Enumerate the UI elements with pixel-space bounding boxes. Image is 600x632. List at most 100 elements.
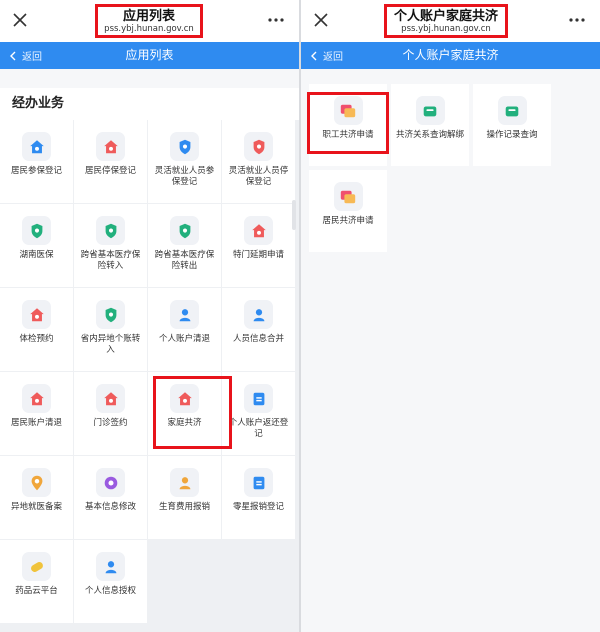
tile-label: 操作记录查询 xyxy=(486,130,538,140)
icon-container xyxy=(22,216,51,245)
icon-container xyxy=(96,132,125,161)
icon-container xyxy=(170,468,199,497)
user-merge-icon xyxy=(253,308,264,321)
tile-label: 职工共济申请 xyxy=(322,130,374,140)
tile-label: 省内异地个账转入 xyxy=(80,334,141,355)
app-list-screen: 应用列表 pss.ybj.hunan.gov.cn 返回 应用列表 经办业务 居… xyxy=(0,0,299,632)
left-service-tile[interactable]: 门诊签约 xyxy=(74,372,147,455)
left-service-tile[interactable]: 异地就医备案 xyxy=(0,456,73,539)
icon-container xyxy=(333,182,363,211)
page-title: 应用列表 xyxy=(122,8,175,24)
page-url: pss.ybj.hunan.gov.cn xyxy=(104,23,194,34)
tile-label: 特门延期申请 xyxy=(232,250,284,260)
title-highlight: 个人账户家庭共济 pss.ybj.hunan.gov.cn xyxy=(384,4,508,38)
tile-label: 个人信息授权 xyxy=(84,586,136,596)
icon-container xyxy=(96,552,125,581)
more-icon[interactable] xyxy=(568,15,586,25)
icon-container xyxy=(497,96,527,125)
tile-label: 居民共济申请 xyxy=(322,216,374,226)
shield-user-icon xyxy=(179,139,190,154)
shield-pause-icon xyxy=(253,139,264,154)
icon-container xyxy=(415,96,445,125)
title-highlight: 应用列表 pss.ybj.hunan.gov.cn xyxy=(95,4,203,38)
nav-bar: 返回 应用列表 xyxy=(0,42,299,69)
left-service-tile[interactable]: 湖南医保 xyxy=(0,204,73,287)
tile-label: 居民参保登记 xyxy=(10,166,62,176)
tile-label: 跨省基本医疗保险转出 xyxy=(154,250,215,271)
clipboard-icon xyxy=(253,476,264,489)
icon-container xyxy=(244,300,273,329)
left-service-tile[interactable]: 生育费用报销 xyxy=(148,456,221,539)
tile-label: 生育费用报销 xyxy=(158,502,210,512)
right-service-tile[interactable]: 操作记录查询 xyxy=(473,84,551,166)
title-bar: 应用列表 pss.ybj.hunan.gov.cn xyxy=(0,0,299,42)
service-grid: 居民参保登记 居民停保登记 灵活就业人员参保登记 灵活就业人员停保登记湖南医保 跨省基本… xyxy=(0,120,299,632)
left-service-tile[interactable]: 零星报销登记 xyxy=(222,456,295,539)
close-icon[interactable] xyxy=(10,10,30,30)
tile-label: 门诊签约 xyxy=(93,418,128,428)
icon-container xyxy=(22,468,51,497)
icon-container xyxy=(244,132,273,161)
page-url: pss.ybj.hunan.gov.cn xyxy=(401,23,491,34)
tile-label: 人员信息合并 xyxy=(232,334,284,344)
left-service-tile[interactable]: 跨省基本医疗保险转入 xyxy=(74,204,147,287)
tile-label: 居民停保登记 xyxy=(84,166,136,176)
left-service-tile[interactable]: 灵活就业人员参保登记 xyxy=(148,120,221,203)
yen-icon xyxy=(253,392,264,405)
close-icon[interactable] xyxy=(311,10,331,30)
left-service-tile[interactable]: 药品云平台 xyxy=(0,540,73,623)
icon-container xyxy=(170,216,199,245)
icon-container xyxy=(244,468,273,497)
right-service-tile[interactable]: 共济关系查询解绑 xyxy=(391,84,469,166)
icon-container xyxy=(22,300,51,329)
icon-container xyxy=(170,132,199,161)
left-service-tile[interactable]: 特门延期申请 xyxy=(222,204,295,287)
family-house-icon xyxy=(177,391,192,405)
left-service-tile[interactable]: 个人信息授权 xyxy=(74,540,147,623)
tile-label: 个人账户返还登记 xyxy=(228,418,289,439)
service-grid: 职工共济申请 共济关系查询解绑 操作记录查询居民共济申请 xyxy=(301,84,600,264)
left-service-tile[interactable]: 个人账户返还登记 xyxy=(222,372,295,455)
left-service-tile[interactable]: 个人账户清退 xyxy=(148,288,221,371)
tile-label: 基本信息修改 xyxy=(84,502,136,512)
left-service-tile[interactable]: 跨省基本医疗保险转出 xyxy=(148,204,221,287)
left-service-tile[interactable]: 居民参保登记 xyxy=(0,120,73,203)
left-service-tile[interactable]: 家庭共济 xyxy=(148,372,221,455)
icon-container xyxy=(244,216,273,245)
transfer-out-icon xyxy=(179,223,190,238)
house-pause-icon xyxy=(103,139,118,153)
right-service-tile[interactable]: 职工共济申请 xyxy=(309,84,387,166)
icon-container xyxy=(96,216,125,245)
icon-container xyxy=(22,132,51,161)
family-mutual-aid-screen: 个人账户家庭共济 pss.ybj.hunan.gov.cn 返回 个人账户家庭共… xyxy=(301,0,600,632)
left-service-tile[interactable]: 基本信息修改 xyxy=(74,456,147,539)
left-service-tile[interactable]: 灵活就业人员停保登记 xyxy=(222,120,295,203)
tile-label: 药品云平台 xyxy=(15,586,58,596)
left-service-tile[interactable]: 居民账户清退 xyxy=(0,372,73,455)
left-service-tile[interactable]: 体检预约 xyxy=(0,288,73,371)
tile-label: 灵活就业人员停保登记 xyxy=(228,166,289,187)
icon-container xyxy=(244,384,273,413)
left-service-tile[interactable]: 居民停保登记 xyxy=(74,120,147,203)
tile-label: 湖南医保 xyxy=(19,250,54,260)
tile-label: 零星报销登记 xyxy=(232,502,284,512)
scrollbar[interactable] xyxy=(292,200,296,230)
right-service-tile[interactable]: 居民共济申请 xyxy=(309,170,387,252)
tile-label: 跨省基本医疗保险转入 xyxy=(80,250,141,271)
left-service-tile[interactable]: 省内异地个账转入 xyxy=(74,288,147,371)
page-title: 个人账户家庭共济 xyxy=(393,8,498,24)
icon-container xyxy=(22,384,51,413)
user-key-icon xyxy=(105,560,116,573)
pill-icon xyxy=(30,561,43,572)
house-refund-icon xyxy=(29,391,44,405)
house-heart-icon xyxy=(29,307,44,321)
house-icon xyxy=(29,139,44,153)
more-icon[interactable] xyxy=(267,15,285,25)
icon-container xyxy=(22,552,51,581)
wallet-icon xyxy=(423,106,437,116)
left-service-tile[interactable]: 人员信息合并 xyxy=(222,288,295,371)
wallet-search-icon xyxy=(505,106,519,116)
tile-label: 灵活就业人员参保登记 xyxy=(154,166,215,187)
transfer-in-icon xyxy=(105,223,116,238)
shield-check-icon xyxy=(31,223,42,238)
